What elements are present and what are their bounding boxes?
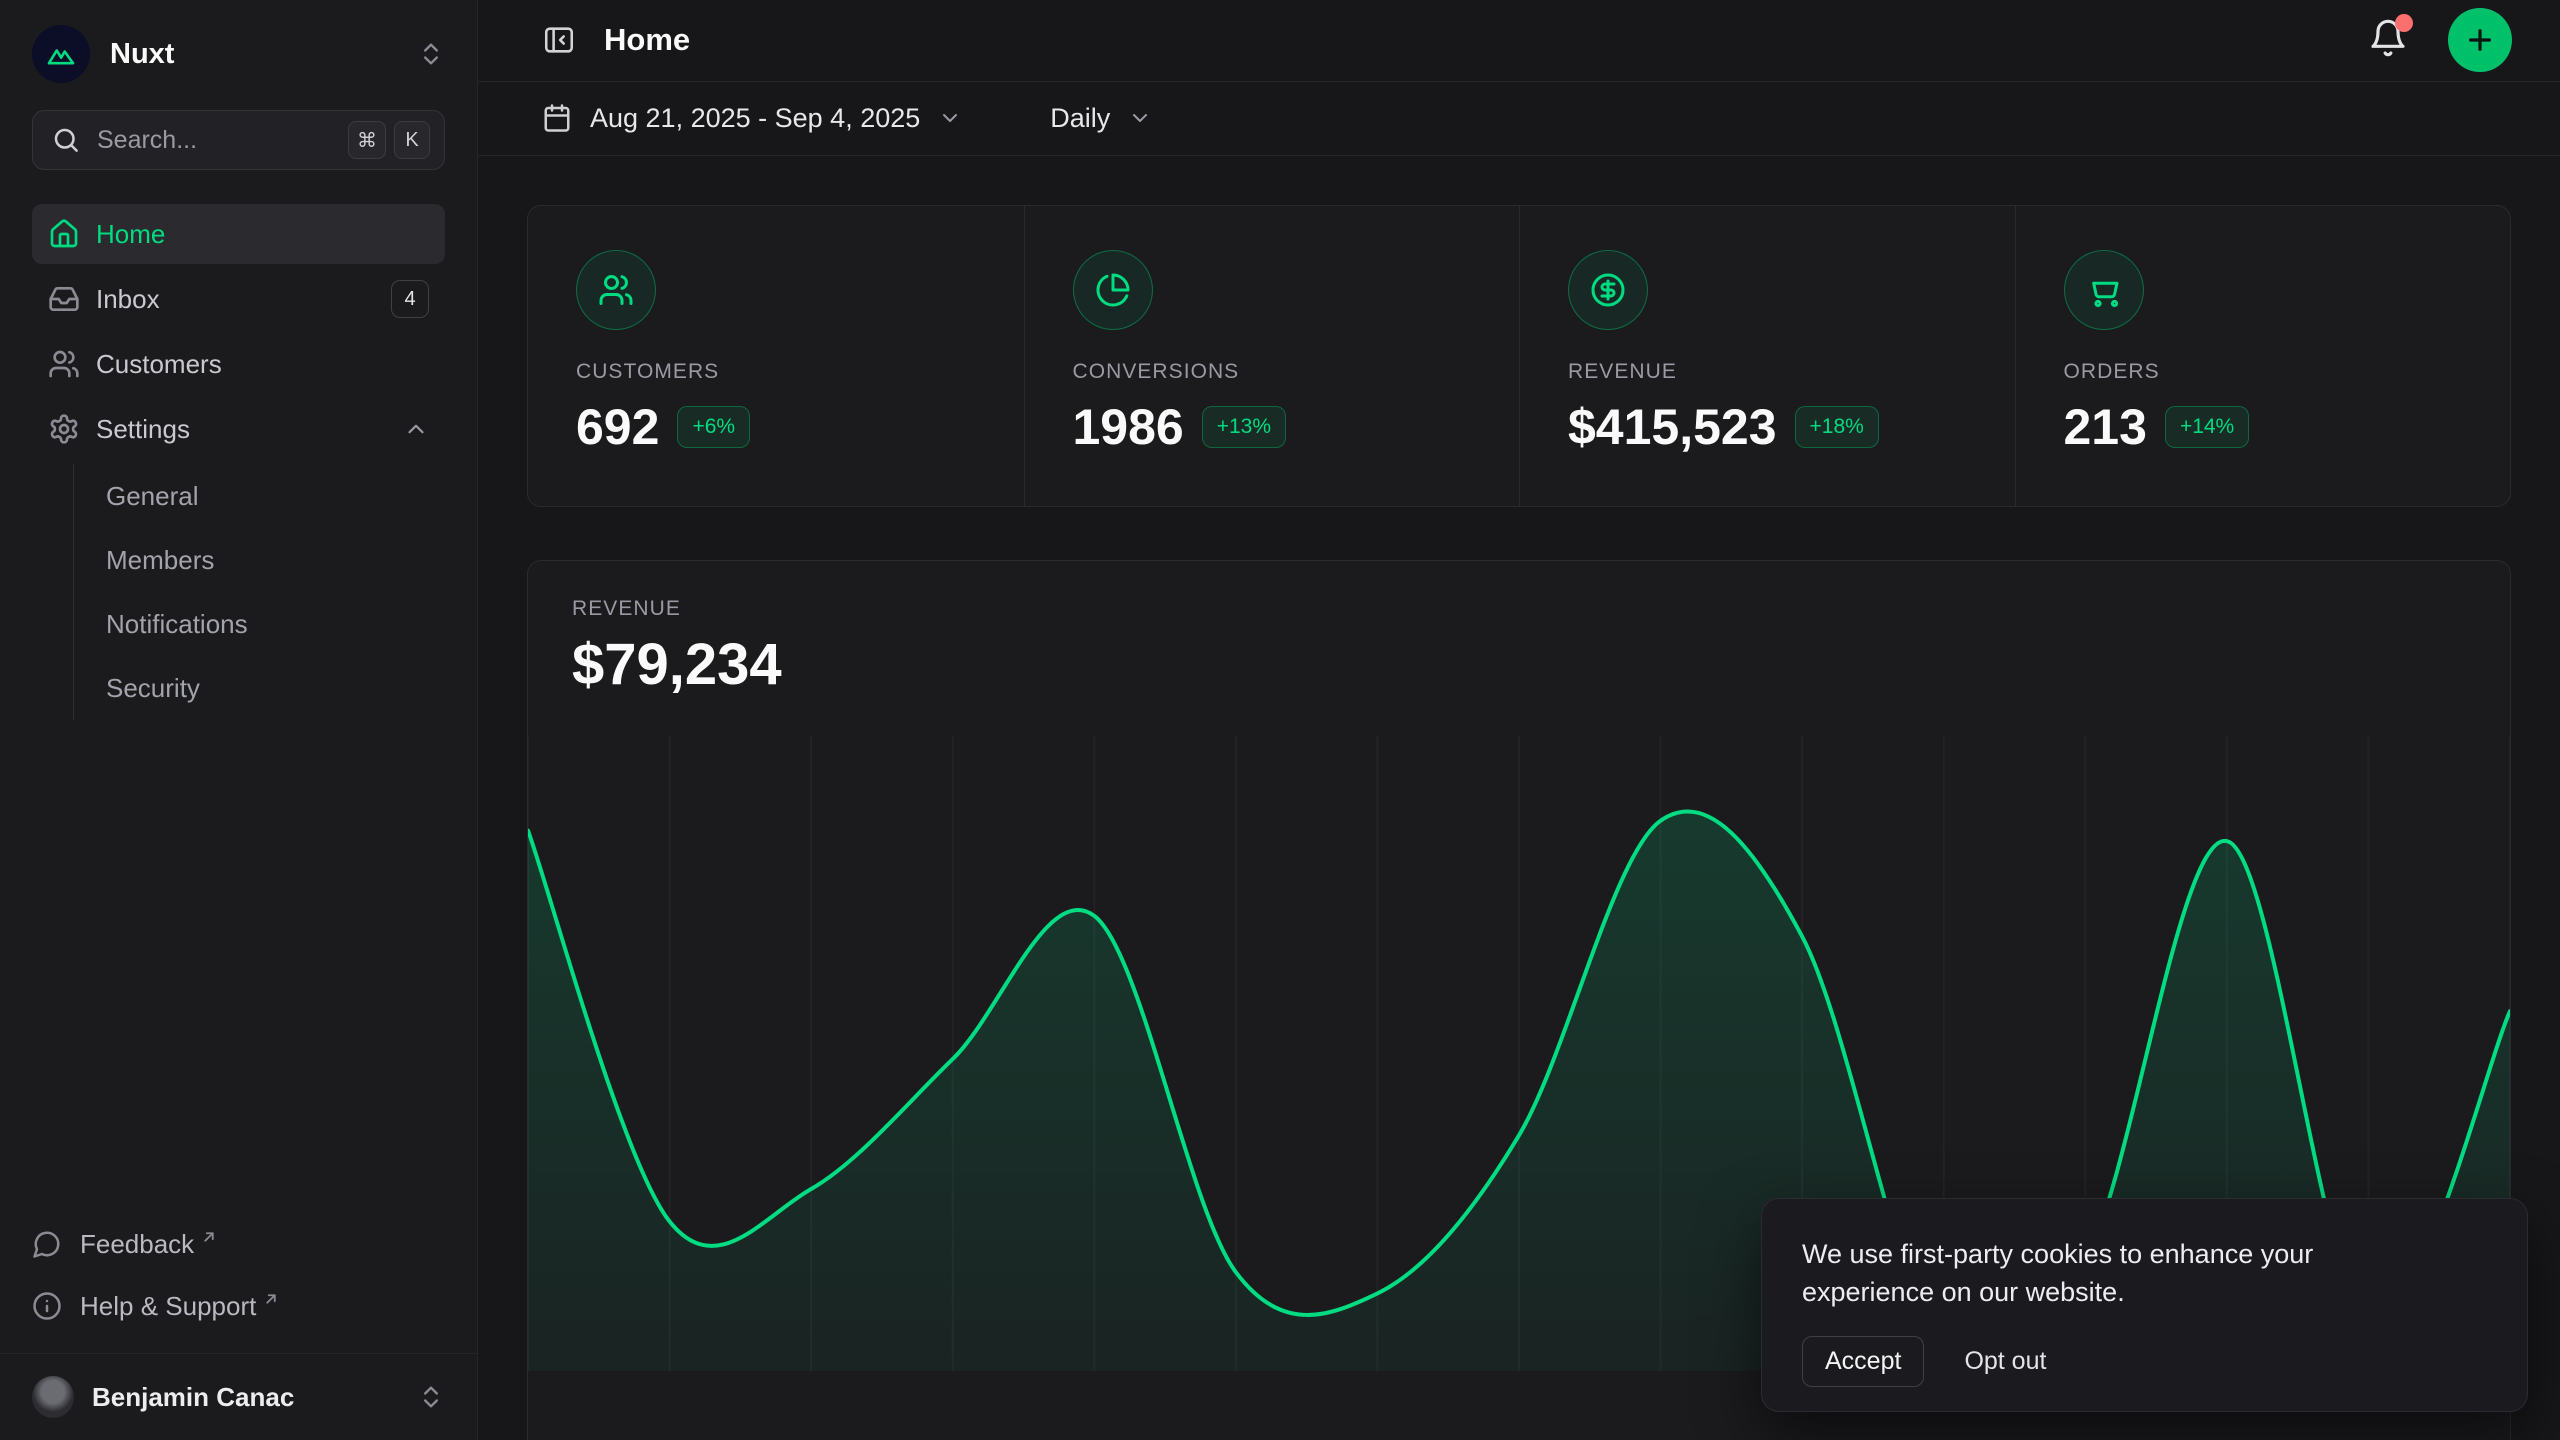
stat-value: 1986 xyxy=(1073,398,1184,456)
period-label: Daily xyxy=(1050,103,1110,134)
sidebar-item-members[interactable]: Members xyxy=(106,528,445,592)
user-name: Benjamin Canac xyxy=(92,1382,417,1413)
stats-card: CUSTOMERS 692 +6% CONVERSIONS 1986 xyxy=(527,205,2511,507)
notification-dot xyxy=(2395,14,2413,32)
sidebar-collapse-button[interactable] xyxy=(542,23,576,57)
sidebar-footer: Feedback Help & Support xyxy=(0,1213,477,1337)
users-icon xyxy=(48,348,80,380)
sidebar-item-home[interactable]: Home xyxy=(32,204,445,264)
stat-delta-badge: +13% xyxy=(1202,406,1286,448)
chevron-up-icon xyxy=(403,416,429,442)
sidebar-item-label: Customers xyxy=(96,349,429,380)
stat-value: $415,523 xyxy=(1568,398,1777,456)
plus-icon xyxy=(2464,24,2496,56)
user-avatar xyxy=(32,1376,74,1418)
page-title: Home xyxy=(604,22,690,58)
sidebar-item-label: Inbox xyxy=(96,284,391,315)
sidebar: Nuxt Search... ⌘ K xyxy=(0,0,478,1440)
house-icon xyxy=(48,218,80,250)
sidebar-item-notifications[interactable]: Notifications xyxy=(106,592,445,656)
inbox-icon xyxy=(48,283,80,315)
chevron-down-icon xyxy=(1128,106,1152,130)
revenue-card-label: REVENUE xyxy=(572,597,2466,621)
help-support-link[interactable]: Help & Support xyxy=(32,1275,445,1337)
stat-value: 692 xyxy=(576,398,659,456)
arrow-up-right-icon xyxy=(262,1290,280,1308)
stat-label: CONVERSIONS xyxy=(1073,360,1480,384)
date-range-picker[interactable]: Aug 21, 2025 - Sep 4, 2025 xyxy=(542,103,962,134)
nuxt-logo-icon xyxy=(32,25,90,83)
stat-label: CUSTOMERS xyxy=(576,360,984,384)
chevrons-up-down-icon xyxy=(417,40,445,68)
user-menu[interactable]: Benjamin Canac xyxy=(0,1353,477,1440)
feedback-link[interactable]: Feedback xyxy=(32,1213,445,1275)
stat-label: ORDERS xyxy=(2064,360,2471,384)
search-icon xyxy=(51,125,81,155)
stat-delta-badge: +14% xyxy=(2165,406,2249,448)
cookie-optout-button[interactable]: Opt out xyxy=(1964,1347,2046,1376)
search-input[interactable]: Search... ⌘ K xyxy=(32,110,445,170)
sidebar-item-security[interactable]: Security xyxy=(106,656,445,720)
stat-revenue[interactable]: REVENUE $415,523 +18% xyxy=(1519,206,2015,506)
kbd-k: K xyxy=(394,121,430,159)
users-icon xyxy=(576,250,656,330)
chat-bubble-icon xyxy=(32,1229,62,1259)
shopping-cart-icon xyxy=(2064,250,2144,330)
info-circle-icon xyxy=(32,1291,62,1321)
sidebar-item-label: Home xyxy=(96,219,429,250)
stat-delta-badge: +6% xyxy=(677,406,750,448)
sidebar-nav: Home Inbox 4 Cus xyxy=(0,204,477,1213)
chevrons-up-down-icon xyxy=(417,1383,445,1411)
cookie-banner: We use first-party cookies to enhance yo… xyxy=(1761,1198,2528,1412)
inbox-count-badge: 4 xyxy=(391,280,429,318)
sidebar-item-settings[interactable]: Settings xyxy=(32,399,445,459)
cookie-message: We use first-party cookies to enhance yo… xyxy=(1802,1235,2402,1312)
stat-delta-badge: +18% xyxy=(1795,406,1879,448)
pie-chart-icon xyxy=(1073,250,1153,330)
sidebar-item-customers[interactable]: Customers xyxy=(32,334,445,394)
date-range-label: Aug 21, 2025 - Sep 4, 2025 xyxy=(590,103,920,134)
stat-orders[interactable]: ORDERS 213 +14% xyxy=(2015,206,2511,506)
arrow-up-right-icon xyxy=(200,1228,218,1246)
notifications-button[interactable] xyxy=(2368,18,2408,63)
search-placeholder: Search... xyxy=(97,126,340,155)
workspace-switcher[interactable]: Nuxt xyxy=(32,24,445,84)
filters-toolbar: Aug 21, 2025 - Sep 4, 2025 Daily xyxy=(478,82,2560,156)
calendar-icon xyxy=(542,103,572,133)
period-select[interactable]: Daily xyxy=(1050,103,1152,134)
add-button[interactable] xyxy=(2448,8,2512,72)
help-support-label: Help & Support xyxy=(80,1291,256,1322)
chevron-down-icon xyxy=(938,106,962,130)
circle-dollar-icon xyxy=(1568,250,1648,330)
feedback-label: Feedback xyxy=(80,1229,194,1260)
sidebar-item-label: Settings xyxy=(96,414,403,445)
stat-value: 213 xyxy=(2064,398,2147,456)
stat-customers[interactable]: CUSTOMERS 692 +6% xyxy=(528,206,1024,506)
stat-conversions[interactable]: CONVERSIONS 1986 +13% xyxy=(1024,206,1520,506)
kbd-cmd: ⌘ xyxy=(348,121,386,159)
sidebar-item-general[interactable]: General xyxy=(106,464,445,528)
stat-label: REVENUE xyxy=(1568,360,1975,384)
revenue-card-value: $79,234 xyxy=(572,631,2466,698)
sidebar-item-inbox[interactable]: Inbox 4 xyxy=(32,269,445,329)
cookie-accept-button[interactable]: Accept xyxy=(1802,1336,1924,1387)
settings-subnav: General Members Notifications Security xyxy=(73,464,445,720)
page-header: Home xyxy=(478,0,2560,82)
workspace-name: Nuxt xyxy=(110,38,417,71)
gear-icon xyxy=(48,413,80,445)
